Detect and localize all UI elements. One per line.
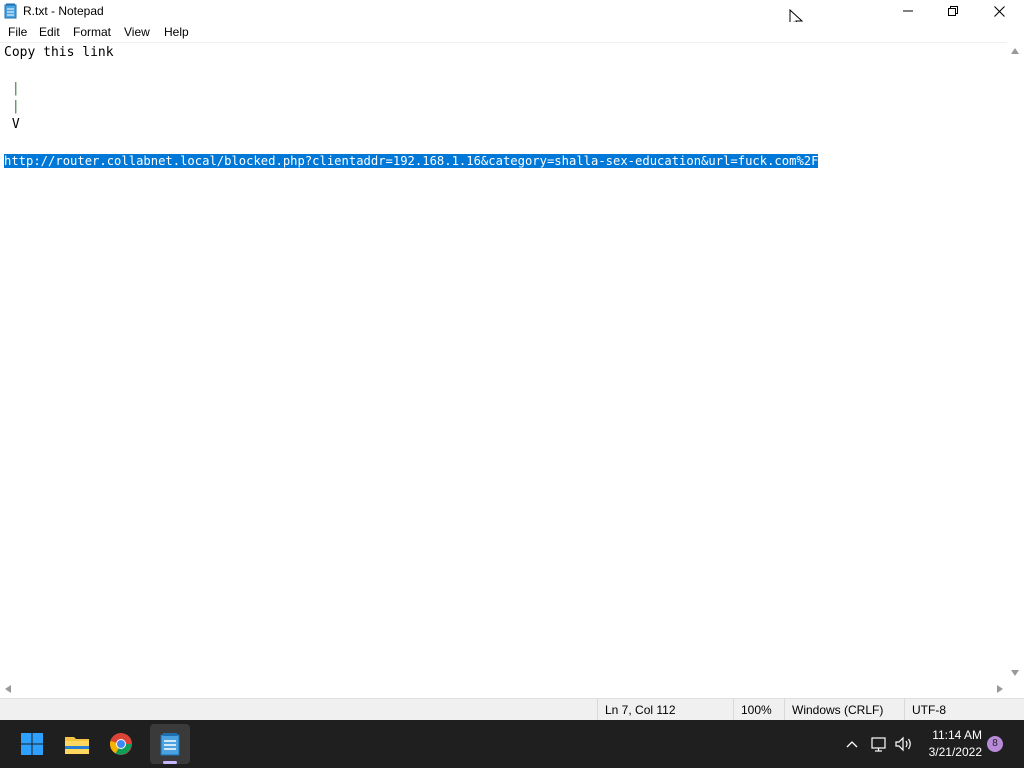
maximize-button[interactable]: [930, 0, 976, 22]
status-bar: Ln 7, Col 112 100% Windows (CRLF) UTF-8: [0, 698, 1024, 721]
start-button[interactable]: [12, 724, 52, 764]
horizontal-scrollbar[interactable]: [0, 681, 1007, 698]
title-bar: R.txt - Notepad: [0, 0, 1024, 22]
chrome-icon: [110, 733, 132, 755]
editor-line-4: |: [4, 99, 20, 114]
menu-edit[interactable]: Edit: [39, 25, 60, 39]
editor-line-3: |: [4, 81, 20, 96]
scrollbar-corner: [1007, 681, 1024, 698]
editor-line-7: http://router.collabnet.local/blocked.ph…: [4, 152, 819, 171]
zoom-level: 100%: [733, 699, 784, 721]
window-title: R.txt - Notepad: [23, 4, 104, 18]
encoding: UTF-8: [904, 699, 1024, 721]
menu-file[interactable]: File: [8, 25, 27, 39]
notepad-icon: [4, 3, 17, 19]
scroll-up-icon[interactable]: [1011, 48, 1019, 54]
menu-bar: File Edit Format View Help: [0, 22, 1024, 42]
close-button[interactable]: [976, 0, 1022, 22]
clock-date[interactable]: 3/21/2022: [920, 745, 982, 759]
vertical-scrollbar[interactable]: [1007, 42, 1024, 681]
selected-link-text[interactable]: http://router.collabnet.local/blocked.ph…: [4, 154, 819, 168]
volume-button[interactable]: [894, 734, 914, 754]
show-hidden-icons-button[interactable]: [842, 734, 862, 754]
close-icon: [993, 5, 1005, 17]
minimize-button[interactable]: [885, 0, 931, 22]
taskbar: 11:14 AM 3/21/2022: [0, 720, 1024, 768]
active-indicator: [163, 761, 177, 764]
scroll-left-icon[interactable]: [5, 685, 11, 693]
network-button[interactable]: [869, 734, 889, 754]
editor-line-1: Copy this link: [4, 45, 114, 60]
restore-icon: [948, 6, 958, 16]
menu-view[interactable]: View: [124, 25, 150, 39]
chrome-button[interactable]: [101, 724, 141, 764]
notepad-icon: [160, 733, 180, 756]
notification-badge[interactable]: 8: [987, 736, 1003, 752]
cursor-position: Ln 7, Col 112: [597, 699, 733, 721]
volume-icon: [895, 736, 911, 752]
file-explorer-icon: [65, 737, 89, 754]
minimize-icon: [903, 10, 913, 12]
notepad-taskbar-button[interactable]: [150, 724, 190, 764]
text-editor[interactable]: Copy this link | | V http://router.colla…: [0, 42, 1007, 681]
menu-help[interactable]: Help: [164, 25, 189, 39]
file-explorer-button[interactable]: [57, 724, 97, 764]
network-icon: [871, 737, 886, 752]
scroll-down-icon[interactable]: [1011, 670, 1019, 676]
menu-format[interactable]: Format: [73, 25, 111, 39]
editor-line-5: V: [4, 117, 20, 132]
line-ending: Windows (CRLF): [784, 699, 904, 721]
clock-time[interactable]: 11:14 AM: [920, 728, 982, 742]
start-icon: [21, 733, 43, 755]
scroll-right-icon[interactable]: [997, 685, 1003, 693]
chevron-up-icon: [846, 741, 858, 748]
